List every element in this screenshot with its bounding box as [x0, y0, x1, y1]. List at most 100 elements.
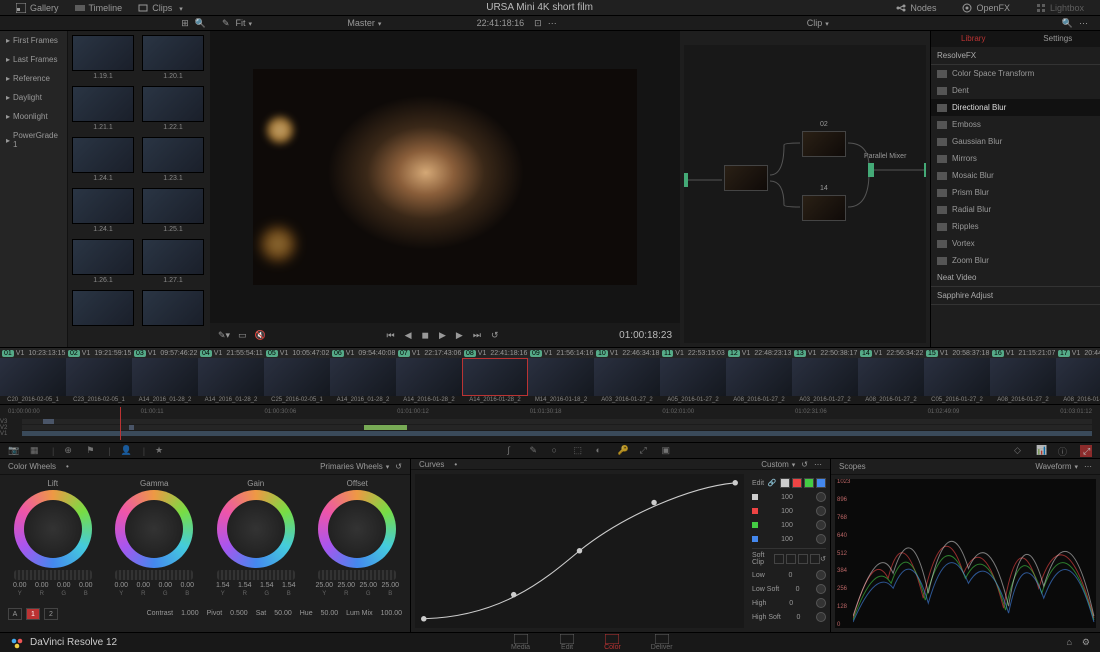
stop-icon[interactable]: ◼	[422, 330, 429, 341]
ch-G[interactable]	[804, 478, 814, 488]
clip-thumb[interactable]: 09V121:56:14:16M14_2016-01-18_2	[528, 348, 594, 404]
sidebar-reference[interactable]: ▸Reference	[0, 69, 67, 88]
clip-thumb[interactable]: 15V120:58:37:18C05_2016-01-27_2	[924, 348, 990, 404]
knob-B[interactable]	[816, 534, 826, 544]
curve-canvas[interactable]	[415, 474, 744, 628]
qualifier-icon[interactable]: ✎	[530, 445, 542, 457]
play-icon[interactable]: ▶	[439, 330, 446, 341]
node-14[interactable]	[802, 195, 846, 221]
clip-strip[interactable]: 01V110:23:13:15C20_2016-02-05_102V119:21…	[0, 347, 1100, 404]
fx-zoom-blur[interactable]: Zoom Blur	[931, 252, 1100, 269]
gain-wheel[interactable]	[217, 490, 295, 568]
clip-thumb[interactable]: 12V122:48:23:13A08_2016-01-27_2	[726, 348, 792, 404]
clip-thumb[interactable]: 14V122:56:34:22A08_2016-01-27_2	[858, 348, 924, 404]
viewer-mode[interactable]: Master	[347, 18, 381, 28]
clip-thumb[interactable]: 02V119:21:59:15C23_2016-02-05_1	[66, 348, 132, 404]
timeline-icon[interactable]: ▦	[30, 445, 42, 457]
pick-tool-icon[interactable]: ✎▾	[218, 330, 230, 341]
sizing-icon[interactable]: ⤢	[640, 445, 652, 457]
tab-library[interactable]: Library	[931, 31, 1016, 47]
gallery-thumb[interactable]: 1.21.1	[72, 86, 134, 131]
ab-1[interactable]: 1	[26, 608, 40, 620]
knob-lowsoft[interactable]	[816, 584, 826, 594]
fx-options-icon[interactable]: ⋯	[1079, 18, 1088, 29]
fx-ripples[interactable]: Ripples	[931, 218, 1100, 235]
curves-reset-icon[interactable]: ↺	[801, 460, 808, 469]
knob-G[interactable]	[816, 520, 826, 530]
step-back-icon[interactable]: ◀	[405, 330, 412, 341]
sidebar-moonlight[interactable]: ▸Moonlight	[0, 107, 67, 126]
clip-thumb[interactable]: 07V122:17:43:06A14_2016-01-28_2	[396, 348, 462, 404]
sc-R[interactable]	[786, 554, 796, 564]
ch-R[interactable]	[792, 478, 802, 488]
key-icon[interactable]: 🔑	[618, 445, 630, 457]
info-icon[interactable]: ⓘ	[1058, 445, 1070, 457]
fx-search-icon[interactable]: 🔍	[1062, 18, 1073, 29]
page-deliver[interactable]: Deliver	[651, 634, 673, 651]
node-02[interactable]	[802, 131, 846, 157]
3d-icon[interactable]: ▣	[662, 445, 674, 457]
edit-link-icon[interactable]: 🔗	[768, 479, 777, 487]
viewer-bypass-icon[interactable]: ⊡	[534, 18, 542, 29]
fx-directional-blur[interactable]: Directional Blur	[931, 99, 1100, 116]
blur-icon[interactable]: ◐	[596, 445, 608, 457]
page-color[interactable]: Color	[604, 634, 621, 651]
gallery-search[interactable]: 🔍	[195, 18, 206, 29]
mini-timeline[interactable]: 01:00:00:0001:00:1101:00:30:0601:01:00:1…	[0, 404, 1100, 442]
openfx-toggle[interactable]: OpenFX	[954, 3, 1018, 13]
clip-thumb[interactable]: 11V122:53:15:03A05_2016-01-27_2	[660, 348, 726, 404]
offset-jog[interactable]	[318, 570, 396, 580]
knob-low[interactable]	[816, 570, 826, 580]
gallery-thumb[interactable]: 1.24.1	[72, 188, 134, 233]
scopes-mode[interactable]: Waveform	[1035, 462, 1078, 471]
timeline-toggle[interactable]: Timeline	[67, 3, 131, 13]
lightbox-toggle[interactable]: Lightbox	[1028, 3, 1092, 13]
viewer-options-icon[interactable]: ⋯	[548, 18, 557, 29]
node-label[interactable]: Clip	[807, 18, 829, 28]
viewer-canvas[interactable]	[210, 31, 680, 323]
node-01[interactable]	[724, 165, 768, 191]
clips-toggle[interactable]: Clips	[130, 3, 191, 13]
ch-Y[interactable]	[780, 478, 790, 488]
ab-2[interactable]: 2	[44, 608, 58, 620]
knob-Y[interactable]	[816, 492, 826, 502]
clip-thumb[interactable]: 01V110:23:13:15C20_2016-02-05_1	[0, 348, 66, 404]
sc-G[interactable]	[798, 554, 808, 564]
clip-thumb[interactable]: 05V110:05:47:02C25_2016-02-05_1	[264, 348, 330, 404]
tracker-icon[interactable]: ⬚	[574, 445, 586, 457]
sidebar-daylight[interactable]: ▸Daylight	[0, 88, 67, 107]
flag-icon[interactable]: ⚑	[86, 445, 98, 457]
lift-wheel[interactable]	[14, 490, 92, 568]
gallery-thumb[interactable]: 1.27.1	[142, 239, 204, 284]
gamma-jog[interactable]	[115, 570, 193, 580]
fx-emboss[interactable]: Emboss	[931, 116, 1100, 133]
viewer-picker-icon[interactable]: ✎	[222, 18, 230, 29]
clip-thumb[interactable]: 17V120:44:10:09A08_2016-01-27_2	[1056, 348, 1100, 404]
sidebar-first-frames[interactable]: ▸First Frames	[0, 31, 67, 50]
scopes-tab-icon[interactable]: 📊	[1036, 445, 1048, 457]
fx-mosaic-blur[interactable]: Mosaic Blur	[931, 167, 1100, 184]
sc-B[interactable]	[810, 554, 820, 564]
ab-A[interactable]: A	[8, 608, 22, 620]
gallery-thumb[interactable]	[72, 290, 134, 328]
playhead[interactable]	[120, 407, 121, 440]
softclip-reset-icon[interactable]: ↺	[820, 555, 826, 563]
offset-wheel[interactable]	[318, 490, 396, 568]
star-icon[interactable]: ★	[155, 445, 167, 457]
next-clip-icon[interactable]: ⏭	[473, 330, 481, 341]
target-icon[interactable]: ⊕	[64, 445, 76, 457]
clip-thumb[interactable]: 10V122:46:34:18A03_2016-01-27_2	[594, 348, 660, 404]
user-icon[interactable]: 👤	[121, 445, 133, 457]
page-edit[interactable]: Edit	[560, 634, 574, 651]
camera-icon[interactable]: 📷	[8, 445, 20, 457]
tab-settings[interactable]: Settings	[1016, 31, 1100, 47]
clip-thumb[interactable]: 03V109:57:46:22A14_2016_01-28_2	[132, 348, 198, 404]
clip-thumb[interactable]: 16V121:15:21:07A08_2016-01-27_2	[990, 348, 1056, 404]
fx-mirrors[interactable]: Mirrors	[931, 150, 1100, 167]
wheels-reset-icon[interactable]: ↺	[395, 462, 402, 471]
gallery-thumb[interactable]: 1.23.1	[142, 137, 204, 182]
clip-thumb[interactable]: 06V109:54:40:08A14_2016_01-28_2	[330, 348, 396, 404]
knob-R[interactable]	[816, 506, 826, 516]
curves-mode[interactable]: Custom	[761, 460, 795, 469]
knob-high[interactable]	[816, 598, 826, 608]
